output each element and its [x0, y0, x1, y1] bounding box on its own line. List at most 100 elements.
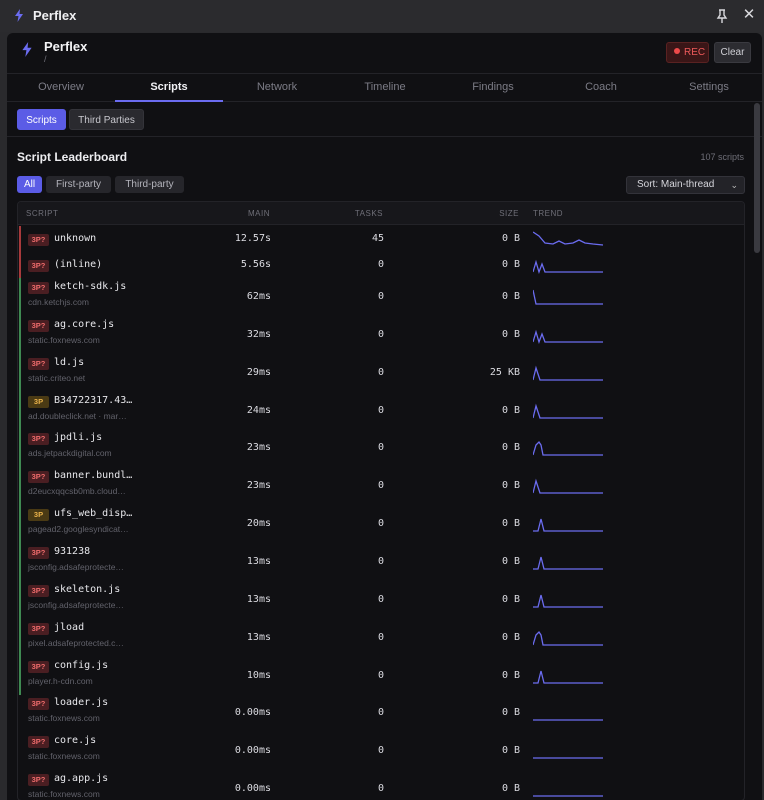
filter-third-party[interactable]: Third-party: [115, 176, 184, 193]
table-header: SCRIPT MAIN TASKS SIZE TREND: [18, 202, 744, 225]
cell-main: 20ms: [246, 518, 271, 530]
tab-findings[interactable]: Findings: [439, 74, 547, 102]
script-name: banner.bundl…: [54, 470, 133, 482]
table-row[interactable]: 3P ufs_web_disp… pagead2.googlesyndicat… 20…: [18, 505, 744, 544]
cell-size: 0 B: [501, 745, 520, 757]
cell-main: 0.00ms: [234, 745, 271, 757]
table-row[interactable]: 3P? jpdli.js ads.jetpackdigital.com 23ms 0 0 …: [18, 429, 744, 468]
script-domain: ad.doubleclick.net · mar…: [28, 410, 127, 421]
cell-main: 13ms: [246, 631, 271, 643]
third-party-badge: 3P?: [28, 357, 49, 370]
cell-main: 0.00ms: [234, 707, 271, 719]
section-title: Script Leaderboard: [17, 150, 128, 164]
trend-line: [533, 478, 603, 494]
table-row[interactable]: 3P? config.js player.h-cdn.com 10ms 0 0 B: [18, 656, 744, 695]
filter-all[interactable]: All: [17, 176, 42, 193]
script-name: ld.js: [54, 356, 85, 368]
clear-button[interactable]: Clear: [714, 42, 751, 63]
trend-sparkline: [533, 441, 603, 457]
cell-tasks: 0: [377, 366, 384, 378]
table-row[interactable]: 3P? skeleton.js jsconfig.adsafeprotecte… 13…: [18, 580, 744, 619]
table-row[interactable]: 3P? unknown 12.57s 45 0 B: [18, 226, 744, 252]
table-row[interactable]: 3P B34722317.43… ad.doubleclick.net · mar……: [18, 391, 744, 430]
third-party-badge: 3P?: [28, 622, 49, 635]
trend-sparkline: [533, 478, 603, 494]
row-accent-bar: [19, 467, 21, 506]
trend-sparkline: [533, 594, 603, 608]
table-row[interactable]: 3P? core.js static.foxnews.com 0.00ms 0 0 B: [18, 732, 744, 770]
cell-main: 13ms: [246, 555, 271, 567]
table-row[interactable]: 3P? ketch-sdk.js cdn.ketchjs.com 62ms 0 0 B: [18, 278, 744, 316]
third-party-badge: 3P?: [28, 774, 49, 787]
pin-icon[interactable]: [713, 7, 731, 25]
cell-tasks: 0: [377, 518, 384, 530]
chevron-down-icon: ⌄: [730, 180, 738, 190]
row-accent-bar: [19, 226, 21, 252]
row-accent-bar: [19, 278, 21, 316]
trend-line: [533, 630, 603, 646]
cell-size: 0 B: [501, 783, 520, 795]
table-row[interactable]: 3P? jload pixel.adsafeprotected.c… 13ms 0 0 B: [18, 618, 744, 657]
row-accent-bar: [19, 618, 21, 657]
cell-main: 24ms: [246, 404, 271, 416]
trend-sparkline: [533, 289, 603, 305]
script-name: loader.js: [54, 697, 109, 709]
row-accent-bar: [19, 505, 21, 544]
cell-tasks: 0: [377, 631, 384, 643]
table-row[interactable]: 3P? ld.js static.criteo.net 29ms 0 25 KB: [18, 353, 744, 392]
cell-tasks: 0: [377, 291, 384, 302]
sub-tabs: Scripts Third Parties: [7, 103, 762, 137]
cell-size: 0 B: [501, 328, 520, 340]
cell-size: 25 KB: [489, 366, 520, 378]
tab-coach[interactable]: Coach: [547, 74, 655, 102]
tab-scripts[interactable]: Scripts: [115, 74, 223, 102]
script-domain: cdn.ketchjs.com: [28, 297, 89, 307]
cell-tasks: 45: [371, 233, 384, 244]
cell-size: 0 B: [501, 291, 520, 302]
filter-first-party[interactable]: First-party: [46, 176, 111, 193]
tab-overview[interactable]: Overview: [7, 74, 115, 102]
close-icon[interactable]: ✕: [740, 6, 758, 24]
column-tasks[interactable]: TASKS: [338, 209, 383, 218]
scrollbar[interactable]: [754, 103, 760, 253]
table-row[interactable]: 3P? banner.bundl… d2eucxqqcsb0mb.cloud… 23m…: [18, 467, 744, 506]
cell-size: 0 B: [501, 669, 520, 681]
table-row[interactable]: 3P? 931238 jsconfig.adsafeprotecte… 13ms 0 0 …: [18, 542, 744, 581]
table-row[interactable]: 3P? ag.core.js static.foxnews.com 32ms 0 0 B: [18, 315, 744, 354]
script-domain: static.foxnews.com: [28, 751, 100, 762]
trend-line: [533, 670, 603, 684]
subtab-third-parties[interactable]: Third Parties: [69, 109, 144, 130]
cell-tasks: 0: [377, 259, 384, 270]
cell-tasks: 0: [377, 442, 384, 454]
column-size[interactable]: SIZE: [478, 209, 519, 218]
tab-network[interactable]: Network: [223, 74, 331, 102]
cell-tasks: 0: [377, 328, 384, 340]
cell-tasks: 0: [377, 745, 384, 757]
third-party-badge: 3P?: [28, 698, 49, 711]
table-row[interactable]: 3P? (inline) 5.56s 0 0 B: [18, 252, 744, 278]
tab-timeline[interactable]: Timeline: [331, 74, 439, 102]
cell-size: 0 B: [501, 707, 520, 719]
table-row[interactable]: 3P? loader.js static.foxnews.com 0.00ms 0 0 B: [18, 694, 744, 732]
script-name: unknown: [54, 233, 97, 244]
script-name: B34722317.43…: [54, 394, 133, 406]
record-button[interactable]: REC: [666, 42, 709, 63]
column-script[interactable]: SCRIPT: [26, 209, 58, 218]
trend-sparkline: [533, 231, 603, 246]
record-dot-icon: [674, 48, 680, 54]
trend-sparkline: [533, 403, 603, 419]
table-row[interactable]: 3P? ag.app.js static.foxnews.com 0.00ms 0 0 B: [18, 770, 744, 800]
trend-sparkline: [533, 757, 603, 759]
script-name: ketch-sdk.js: [54, 281, 127, 292]
subtab-scripts[interactable]: Scripts: [17, 109, 66, 130]
sort-select[interactable]: Sort: Main-thread ⌄: [626, 176, 745, 194]
third-party-badge: 3P?: [28, 736, 49, 749]
tab-settings[interactable]: Settings: [655, 74, 762, 102]
trend-line: [533, 518, 603, 532]
script-domain: static.foxnews.com: [28, 334, 100, 345]
cell-size: 0 B: [501, 593, 520, 605]
script-domain: d2eucxqqcsb0mb.cloud…: [28, 486, 126, 497]
script-domain: pixel.adsafeprotected.c…: [28, 637, 124, 648]
column-main[interactable]: MAIN: [228, 209, 270, 218]
third-party-badge: 3P?: [28, 319, 49, 332]
